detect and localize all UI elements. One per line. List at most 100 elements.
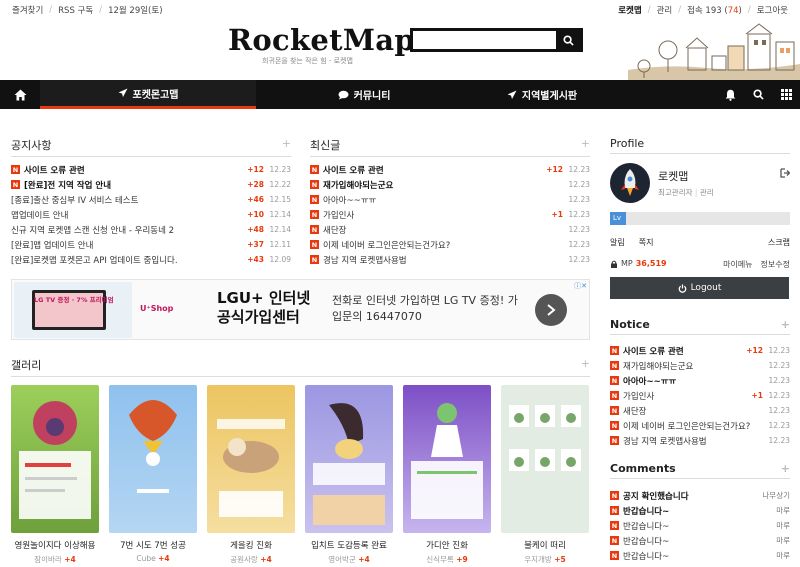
search-button[interactable] bbox=[556, 31, 580, 49]
tab-regional-board[interactable]: 지역별게시판 bbox=[472, 80, 612, 109]
list-item[interactable]: N 새단장 12.23 bbox=[310, 222, 590, 237]
more-button[interactable]: + bbox=[282, 137, 291, 150]
recent-section-title[interactable]: 최신글 + bbox=[310, 137, 590, 157]
message-link[interactable]: 쪽지 bbox=[639, 237, 654, 248]
nav-search-button[interactable] bbox=[744, 80, 772, 109]
alarm-link[interactable]: 알림 bbox=[610, 237, 625, 248]
site-link[interactable]: 로켓맵 bbox=[618, 4, 641, 16]
side-comments-title[interactable]: Comments + bbox=[610, 462, 790, 479]
comment-count: +10 bbox=[247, 210, 264, 219]
visit-label: 접속 bbox=[687, 6, 703, 16]
gallery-thumbnail bbox=[403, 385, 491, 533]
notification-button[interactable] bbox=[716, 80, 744, 109]
list-item[interactable]: N 반갑습니다~ 마루 bbox=[610, 533, 790, 548]
new-badge-icon: N bbox=[610, 491, 619, 500]
gallery-meta: 공원사랑 +4 bbox=[207, 554, 295, 565]
gallery-item[interactable]: 가디안 진화 신식무록 +9 bbox=[403, 385, 491, 565]
pokemon-image bbox=[509, 405, 581, 471]
comment-count: +28 bbox=[247, 180, 264, 189]
list-item[interactable]: N 공지 확인했습니다 나무상기 bbox=[610, 488, 790, 503]
ad-info-icon[interactable]: ⓘ✕ bbox=[574, 281, 587, 291]
list-item[interactable]: N 반갑습니다~ 마루 bbox=[610, 503, 790, 518]
list-item[interactable]: N 재가입해야되는군요 12.23 bbox=[610, 358, 790, 373]
profile-name[interactable]: 로켓맵 bbox=[658, 168, 688, 184]
avatar[interactable] bbox=[610, 163, 650, 203]
section-title: Comments bbox=[610, 462, 676, 475]
gallery-item[interactable]: 입치트 도감등록 완료 영어박군 +4 bbox=[305, 385, 393, 565]
gallery-section-title[interactable]: 갤러리 + bbox=[11, 357, 590, 377]
profile-admin-link[interactable]: 관리 bbox=[700, 188, 714, 197]
logout-link[interactable]: 로그아웃 bbox=[757, 4, 788, 16]
home-button[interactable] bbox=[0, 80, 40, 109]
list-item[interactable]: N 사이트 오류 관련 +12 12.23 bbox=[11, 162, 291, 177]
site-logo[interactable]: RocketMap bbox=[228, 23, 415, 57]
gallery-item[interactable]: 불케이 떠리 우지개방 +5 bbox=[501, 385, 589, 565]
item-title: 공지 확인했습니다 bbox=[623, 491, 689, 502]
list-item[interactable]: [완료]로켓맵 포켓몬고 API 업데이트 중입니다. +43 12.09 bbox=[11, 252, 291, 267]
rocket-icon bbox=[118, 88, 127, 97]
ad-banner[interactable]: LG TV 증정 · 7% 프리미엄 U⁺Shop LGU+ 인터넷 공식가입센… bbox=[11, 279, 590, 340]
list-item[interactable]: N 반갑습니다~ 마루 bbox=[610, 518, 790, 533]
list-item[interactable]: N 이제 네이버 로그인은안되는건가요? 12.23 bbox=[610, 418, 790, 433]
list-item[interactable]: 신규 지역 로켓맵 스캔 신청 안내 - 우리동네 2 +48 12.14 bbox=[11, 222, 291, 237]
item-date: 12.23 bbox=[768, 376, 790, 385]
list-item[interactable]: N 가입인사 +1 12.23 bbox=[610, 388, 790, 403]
section-title: 공지사항 bbox=[11, 139, 52, 152]
item-title: [종료]출산 중심부 IV 서비스 테스트 bbox=[11, 195, 139, 206]
list-item[interactable]: N 경남 지역 로켓맵사용법 12.23 bbox=[610, 433, 790, 448]
list-item[interactable]: N 이제 네이버 로그인은안되는건가요? 12.23 bbox=[310, 237, 590, 252]
bookmark-link[interactable]: 즐겨찾기 bbox=[12, 4, 43, 16]
gallery-item[interactable]: 영원놀이지다 이상해용 잠이바라 +4 bbox=[11, 385, 99, 565]
new-badge-icon: N bbox=[610, 406, 619, 415]
logout-button[interactable]: Logout bbox=[610, 277, 789, 299]
list-item[interactable]: N [완료]전 지역 작업 안내 +28 12.22 bbox=[11, 177, 291, 192]
tab-pokemon-go-map[interactable]: 포켓몬고맵 bbox=[40, 80, 256, 109]
search-input[interactable] bbox=[413, 31, 556, 49]
gallery-item[interactable]: 7번 시도 7번 성공 Cube +4 bbox=[109, 385, 197, 563]
rss-link[interactable]: RSS 구독 bbox=[58, 4, 93, 16]
more-button[interactable]: + bbox=[581, 357, 590, 370]
list-item[interactable]: [완료]맵 업데이트 안내 +37 12.11 bbox=[11, 237, 291, 252]
item-title: 새단장 bbox=[623, 406, 647, 417]
list-item[interactable]: N 경남 지역 로켓맵사용법 12.23 bbox=[310, 252, 590, 267]
list-item[interactable]: N 아아아~~ㅠㅠ 12.23 bbox=[610, 373, 790, 388]
gallery-item[interactable]: 게을킹 진화 공원사랑 +4 bbox=[207, 385, 295, 565]
list-item[interactable]: N 사이트 오류 관련 +12 12.23 bbox=[610, 343, 790, 358]
more-button[interactable]: + bbox=[781, 318, 790, 331]
list-item[interactable]: N 아아아~~ㅠㅠ 12.23 bbox=[310, 192, 590, 207]
edit-info-link[interactable]: 정보수정 bbox=[761, 259, 790, 270]
more-button[interactable]: + bbox=[781, 462, 790, 475]
sign-out-icon[interactable] bbox=[780, 168, 790, 178]
new-badge-icon: N bbox=[310, 240, 319, 249]
ad-next-button[interactable] bbox=[535, 294, 567, 326]
list-item[interactable]: 맵업데이트 안내 +10 12.14 bbox=[11, 207, 291, 222]
item-date: 12.23 bbox=[768, 436, 790, 445]
list-item[interactable]: N 재가입해야되는군요 12.23 bbox=[310, 177, 590, 192]
pokemon-image bbox=[217, 419, 285, 517]
list-item[interactable]: [종료]출산 중심부 IV 서비스 테스트 +46 12.15 bbox=[11, 192, 291, 207]
section-title: Notice bbox=[610, 318, 650, 331]
my-menu-link[interactable]: 마이메뉴 bbox=[723, 259, 752, 270]
list-item[interactable]: N 반갑습니다~ 마루 bbox=[610, 548, 790, 563]
item-title: 가입인사 bbox=[623, 391, 655, 402]
admin-link[interactable]: 관리 bbox=[657, 4, 673, 16]
menu-button[interactable] bbox=[772, 80, 800, 109]
tab-label: 지역별게시판 bbox=[521, 91, 578, 102]
item-title: 사이트 오류 관련 bbox=[623, 346, 684, 357]
pokemon-image bbox=[129, 400, 177, 493]
list-item[interactable]: N 새단장 12.23 bbox=[610, 403, 790, 418]
more-button[interactable]: + bbox=[581, 137, 590, 150]
town-illustration bbox=[628, 23, 800, 80]
visit-counter[interactable]: 접속 193 (74) bbox=[687, 4, 742, 16]
comment-count: +43 bbox=[247, 255, 264, 264]
profile-role-line: 최고관리자 | 관리 bbox=[658, 187, 714, 198]
list-item[interactable]: N 사이트 오류 관련 +12 12.23 bbox=[310, 162, 590, 177]
new-badge-icon: N bbox=[11, 165, 20, 174]
list-item[interactable]: N 가입인사 +1 12.23 bbox=[310, 207, 590, 222]
scrap-link[interactable]: 스크랩 bbox=[768, 237, 790, 248]
tab-community[interactable]: 커뮤니티 bbox=[256, 80, 472, 109]
item-date: 12.23 bbox=[568, 165, 590, 174]
notice-section-title[interactable]: 공지사항 + bbox=[11, 137, 291, 157]
gallery-thumbnail bbox=[305, 385, 393, 533]
side-notice-title[interactable]: Notice + bbox=[610, 318, 790, 335]
